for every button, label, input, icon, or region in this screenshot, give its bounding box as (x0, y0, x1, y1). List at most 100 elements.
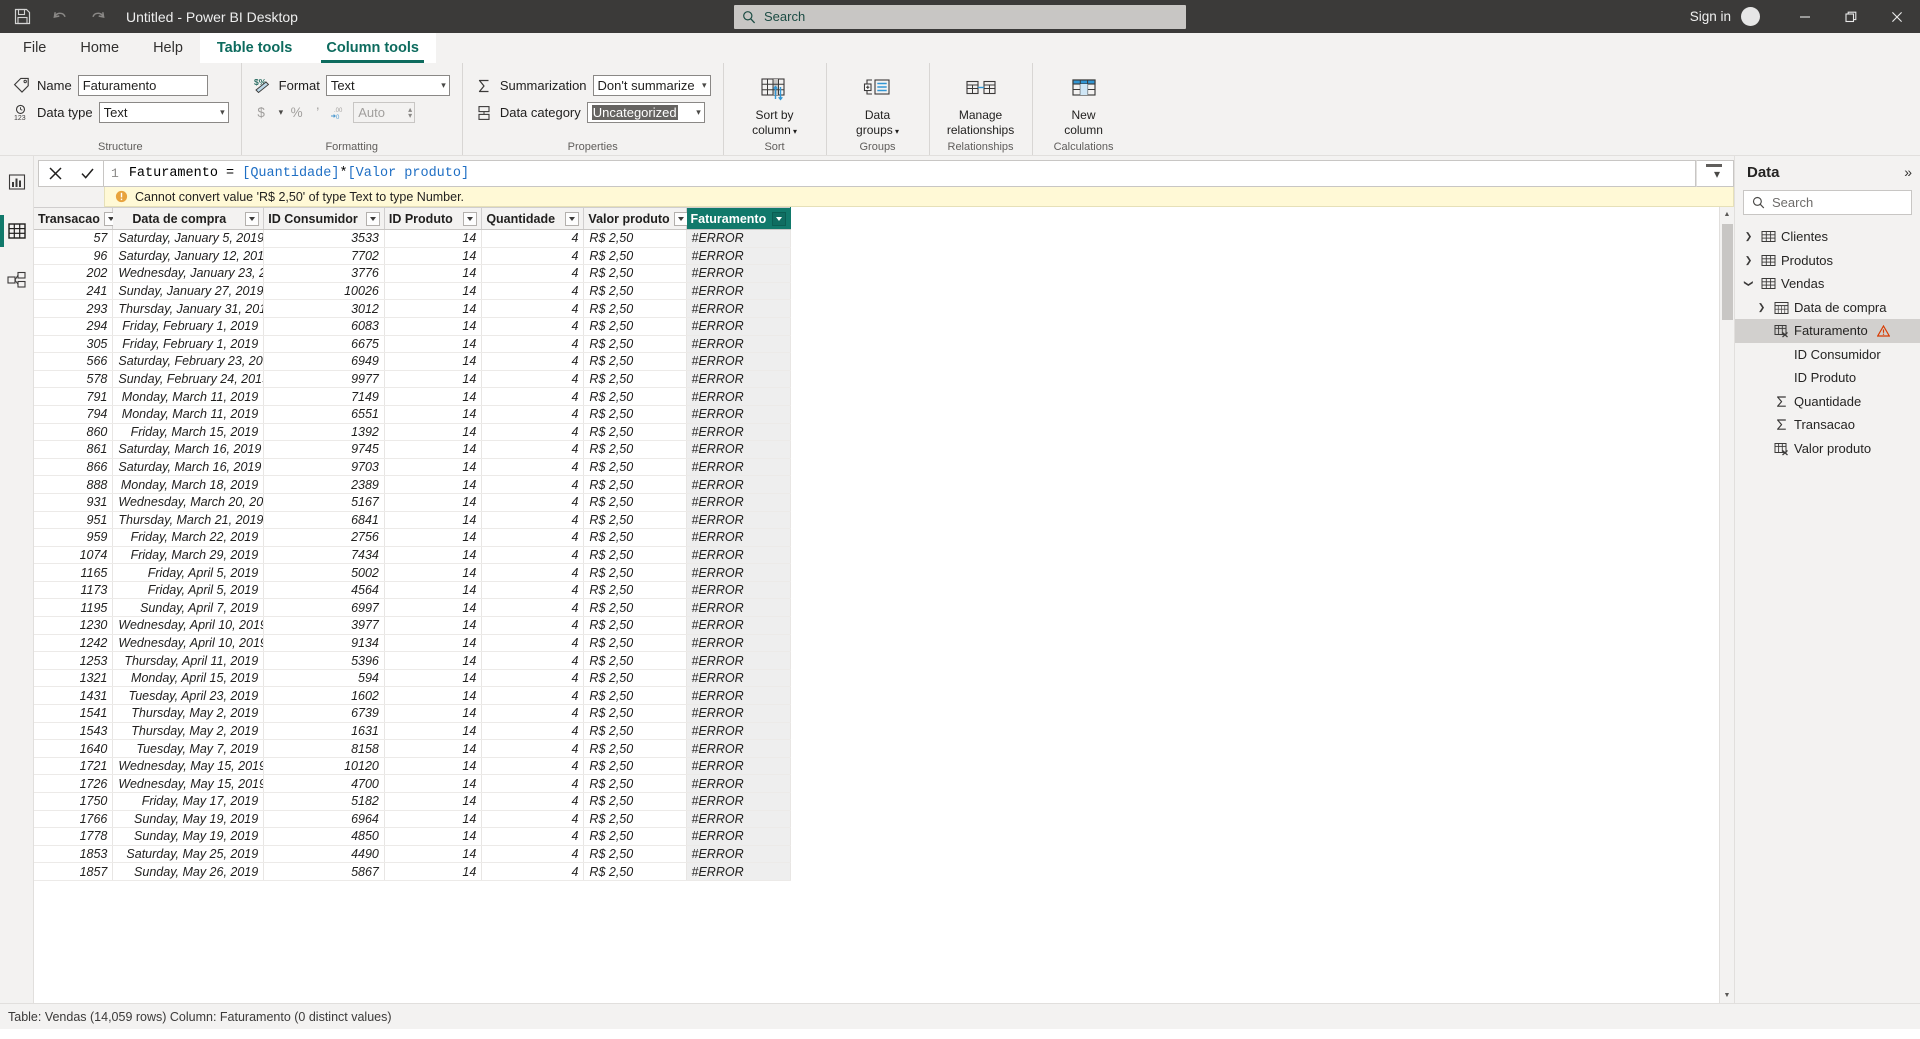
sidebar-item-report-view[interactable] (0, 166, 34, 198)
table-row[interactable]: 566 Saturday, February 23, 2019 6949 14 4 R$ … (34, 352, 792, 371)
table-cell[interactable]: #ERROR (686, 862, 792, 881)
table-cell[interactable]: 959 (34, 528, 114, 547)
table-cell[interactable]: Saturday, March 16, 2019 (112, 440, 265, 459)
chevron-right-icon[interactable]: ❯ (1742, 255, 1755, 266)
table-cell[interactable]: 6964 (263, 810, 385, 829)
table-cell[interactable]: 14 (384, 598, 483, 618)
table-cell[interactable]: #ERROR (686, 546, 792, 565)
table-cell[interactable]: 1766 (34, 810, 114, 829)
table-cell[interactable]: Thursday, March 21, 2019 (112, 511, 265, 530)
close-button[interactable] (1874, 0, 1920, 33)
column-filter-chevron-down-icon[interactable] (772, 211, 786, 226)
table-cell[interactable]: #ERROR (686, 827, 792, 846)
table-cell[interactable]: R$ 2,50 (583, 352, 687, 371)
column-header-data-de-compra[interactable]: Data de compra (112, 207, 265, 230)
table-cell[interactable]: 14 (384, 352, 483, 371)
table-cell[interactable]: R$ 2,50 (583, 546, 687, 565)
table-cell[interactable]: 1230 (34, 616, 114, 635)
thousands-separator-button[interactable]: ’ (310, 103, 325, 122)
table-cell[interactable]: 1640 (34, 739, 114, 758)
table-cell[interactable]: Wednesday, May 15, 2019 (112, 774, 265, 793)
table-row[interactable]: 1173 Friday, April 5, 2019 4564 14 4 R$ 2,50 #… (34, 581, 792, 600)
table-cell[interactable]: R$ 2,50 (583, 810, 687, 829)
stepper-arrows[interactable]: ▴ ▾ (408, 105, 412, 119)
table-cell[interactable]: #ERROR (686, 335, 792, 354)
table-cell[interactable]: 57 (34, 229, 114, 248)
table-cell[interactable]: 14 (384, 634, 483, 653)
table-cell[interactable]: 14 (384, 475, 483, 494)
table-cell[interactable]: 4 (481, 335, 585, 354)
table-cell[interactable]: 14 (384, 669, 483, 688)
table-cell[interactable]: 4 (481, 528, 585, 547)
table-cell[interactable]: 1253 (34, 651, 114, 670)
table-cell[interactable]: 1074 (34, 546, 114, 565)
table-row[interactable]: 294 Friday, February 1, 2019 6083 14 4 R$ 2,5… (34, 317, 792, 336)
table-cell[interactable]: 4 (481, 810, 585, 829)
table-row[interactable]: 794 Monday, March 11, 2019 6551 14 4 R$ 2,50 #… (34, 405, 792, 424)
table-cell[interactable]: 1721 (34, 757, 114, 776)
table-cell[interactable]: R$ 2,50 (583, 563, 687, 582)
table-cell[interactable]: R$ 2,50 (583, 229, 687, 248)
table-cell[interactable]: R$ 2,50 (583, 282, 687, 301)
table-cell[interactable]: R$ 2,50 (583, 651, 687, 670)
table-cell[interactable]: 4 (481, 651, 585, 670)
table-cell[interactable]: 14 (384, 581, 483, 600)
table-cell[interactable]: 14 (384, 317, 483, 336)
table-row[interactable]: 305 Friday, February 1, 2019 6675 14 4 R$ 2,5… (34, 335, 792, 354)
table-cell[interactable]: Friday, February 1, 2019 (112, 317, 265, 336)
table-cell[interactable]: 7702 (263, 247, 385, 266)
table-row[interactable]: 1726 Wednesday, May 15, 2019 4700 14 4 R$ 2,5… (34, 774, 792, 793)
table-cell[interactable]: Sunday, January 27, 2019 (112, 282, 265, 301)
table-cell[interactable]: 1631 (263, 722, 385, 741)
table-cell[interactable]: 4 (481, 722, 585, 741)
table-cell[interactable]: Friday, March 22, 2019 (112, 528, 265, 547)
table-cell[interactable]: Thursday, May 2, 2019 (112, 722, 265, 741)
column-header-quantidade[interactable]: Quantidade (481, 207, 585, 230)
table-cell[interactable]: #ERROR (686, 317, 792, 336)
table-cell[interactable]: 14 (384, 299, 483, 318)
table-cell[interactable]: #ERROR (686, 686, 792, 706)
table-cell[interactable]: #ERROR (686, 511, 792, 530)
table-row[interactable]: 96 Saturday, January 12, 2019 7702 14 4 R$ 2,… (34, 247, 792, 266)
table-cell[interactable]: 5182 (263, 792, 385, 811)
table-cell[interactable]: #ERROR (686, 352, 792, 371)
table-cell[interactable]: Tuesday, May 7, 2019 (112, 739, 265, 758)
column-filter-chevron-down-icon[interactable] (365, 211, 380, 226)
table-row[interactable]: 1242 Wednesday, April 10, 2019 9134 14 4 R$ 2… (34, 634, 792, 653)
table-cell[interactable]: 14 (384, 774, 483, 793)
table-cell[interactable]: 8158 (263, 739, 385, 758)
percent-format-button[interactable]: % (289, 103, 304, 122)
chevron-down-icon[interactable]: ❯ (1743, 277, 1754, 290)
table-cell[interactable]: R$ 2,50 (583, 264, 687, 283)
table-cell[interactable]: 14 (384, 405, 483, 424)
sidebar-item-data-view[interactable] (0, 215, 34, 247)
table-cell[interactable]: 14 (384, 810, 483, 829)
table-cell[interactable]: 14 (384, 229, 483, 248)
table-cell[interactable]: #ERROR (686, 669, 792, 688)
table-cell[interactable]: 7434 (263, 546, 385, 565)
table-row[interactable]: 866 Saturday, March 16, 2019 9703 14 4 R$ 2,5… (34, 458, 792, 477)
cancel-icon[interactable] (40, 161, 70, 186)
table-cell[interactable]: 14 (384, 387, 483, 406)
table-cell[interactable]: 4 (481, 563, 585, 582)
column-filter-chevron-down-icon[interactable] (565, 211, 580, 226)
table-row[interactable]: 1857 Sunday, May 26, 2019 5867 14 4 R$ 2,50 #E… (34, 862, 792, 881)
table-row[interactable]: 1321 Monday, April 15, 2019 594 14 4 R$ 2,50 #… (34, 669, 792, 688)
table-row[interactable]: 1431 Tuesday, April 23, 2019 1602 14 4 R$ 2,5… (34, 686, 792, 706)
table-cell[interactable]: R$ 2,50 (583, 370, 687, 389)
table-cell[interactable]: Tuesday, April 23, 2019 (112, 686, 265, 706)
currency-chevron-down-icon[interactable]: ▾ (275, 107, 284, 118)
table-cell[interactable]: 5867 (263, 862, 385, 881)
table-cell[interactable]: 294 (34, 317, 114, 336)
chevron-right-icon[interactable]: ❯ (1742, 231, 1755, 242)
minimize-button[interactable] (1782, 0, 1828, 33)
table-cell[interactable]: #ERROR (686, 774, 792, 793)
data-type-dropdown[interactable]: Text ▾ (98, 102, 229, 123)
table-cell[interactable]: 4 (481, 546, 585, 565)
data-pane-item-faturamento[interactable]: Faturamento (1735, 319, 1920, 343)
table-cell[interactable]: 14 (384, 264, 483, 283)
table-cell[interactable]: 1173 (34, 581, 114, 600)
table-cell[interactable]: 4 (481, 423, 585, 442)
table-cell[interactable]: 6949 (263, 352, 385, 371)
table-cell[interactable]: 4 (481, 862, 585, 881)
